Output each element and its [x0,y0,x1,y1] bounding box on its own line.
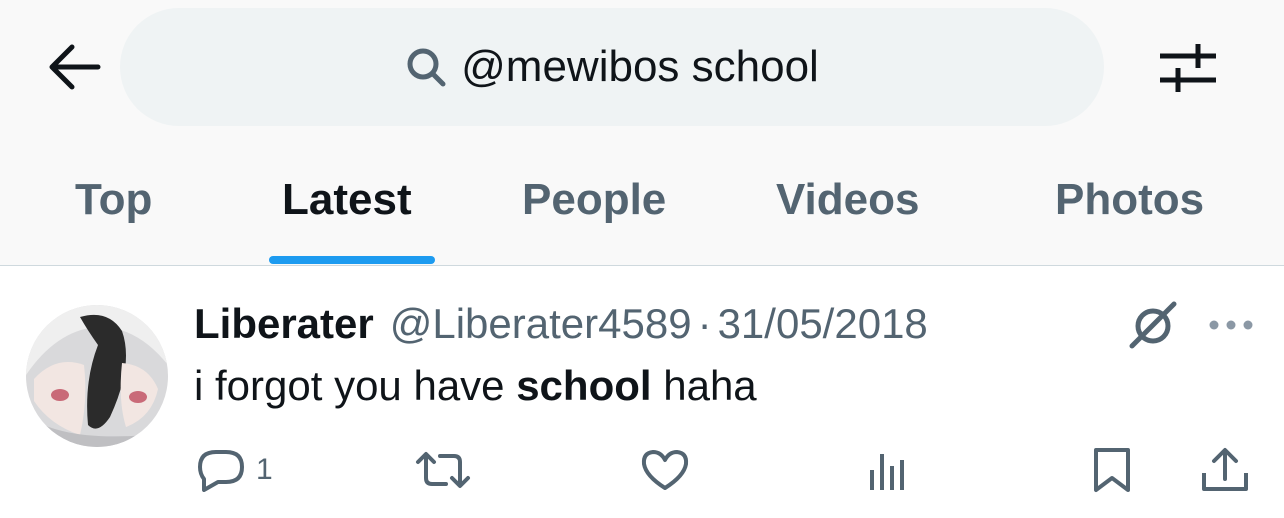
tweet-header: Liberater @Liberater4589 · 31/05/2018 [194,300,928,352]
reply-icon [198,450,244,492]
search-query[interactable]: @mewibos school [461,42,819,92]
retweet-button[interactable] [414,448,472,492]
tab-videos[interactable]: Videos [776,170,919,230]
reply-count: 1 [256,453,273,486]
more-options-button[interactable] [1208,318,1254,332]
tab-photos[interactable]: Photos [1055,170,1204,230]
views-chart-icon [870,454,904,490]
tab-top[interactable]: Top [75,170,152,230]
share-icon [1202,448,1248,491]
reply-button[interactable]: 1 [196,448,273,492]
tab-latest[interactable]: Latest [282,170,412,230]
tweet-text: i forgot you have school haha [194,362,757,410]
bookmark-icon [1094,448,1130,492]
back-button[interactable] [44,42,104,92]
retweet-icon [416,452,470,488]
user-handle[interactable]: @Liberater4589 [390,300,692,348]
grok-button[interactable] [1128,300,1178,350]
tabs-divider [0,265,1284,266]
search-bar[interactable]: @mewibos school [120,8,1104,126]
arrow-left-icon [49,44,101,90]
search-icon [407,48,446,87]
more-dots-icon [1209,320,1253,330]
tweet-text-part: haha [651,362,757,409]
like-button[interactable] [640,448,690,492]
avatar[interactable] [26,305,168,447]
active-tab-indicator [269,256,435,264]
grok-icon [1129,301,1177,349]
bookmark-button[interactable] [1090,448,1134,492]
tweet-date[interactable]: 31/05/2018 [718,300,928,348]
highlighted-term: school [516,362,652,409]
sliders-icon [1160,44,1216,92]
tab-people[interactable]: People [522,170,666,230]
heart-icon [641,450,689,490]
display-name[interactable]: Liberater [194,300,374,348]
views-button[interactable] [866,448,910,492]
share-button[interactable] [1200,448,1250,492]
tweet-text-part: i forgot you have [194,362,517,409]
search-filter-button[interactable] [1158,40,1218,96]
separator-dot: · [697,300,712,347]
